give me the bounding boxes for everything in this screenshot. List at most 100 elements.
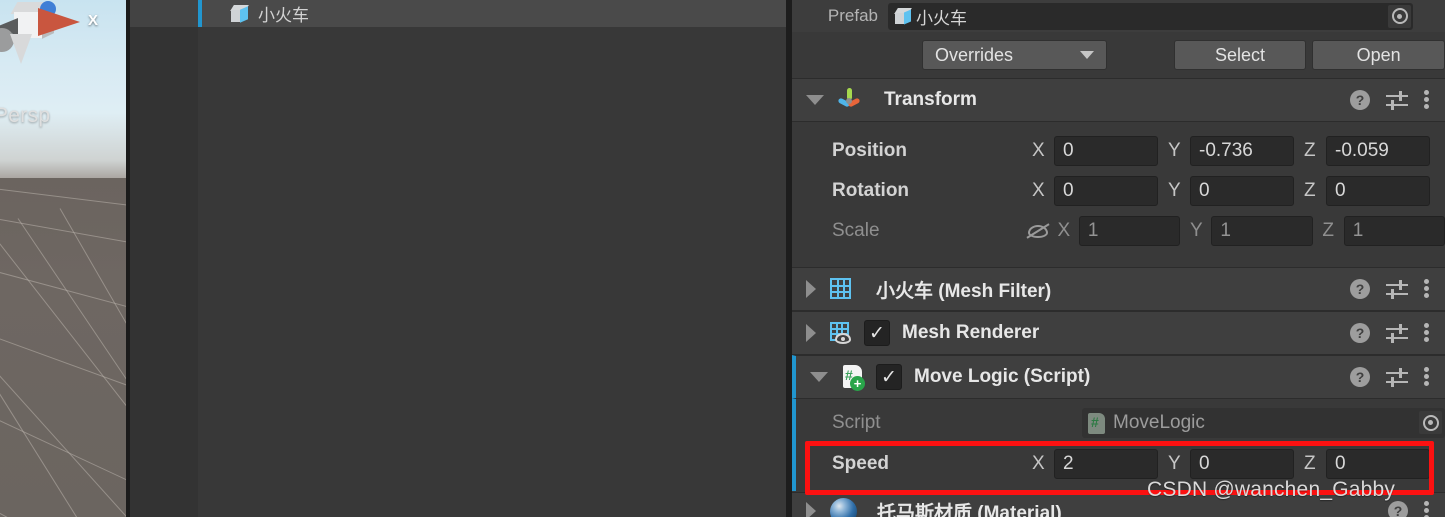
overrides-dropdown-label: Overrides (935, 44, 1014, 65)
mesh-renderer-enabled-checkbox[interactable]: ✓ (864, 320, 890, 346)
transform-rotation-row: Rotation X 0 Y 0 Z 0 (792, 171, 1445, 211)
gizmo-x-axis-cone[interactable] (38, 8, 80, 36)
script-icon: # + (840, 364, 866, 391)
speed-label: Speed (832, 453, 890, 474)
axis-label-z: Z (1304, 453, 1316, 474)
watermark-text: CSDN @wanchen_Gabby (1147, 478, 1396, 501)
component-header-mesh-renderer[interactable]: ✓ Mesh Renderer ? (792, 311, 1445, 355)
rotation-label: Rotation (832, 180, 910, 201)
script-label: Script (832, 412, 881, 433)
kebab-menu-icon[interactable] (1424, 90, 1429, 110)
transform-position-row: Position X 0 Y -0.736 Z -0.059 (792, 131, 1445, 171)
component-header-transform[interactable]: Transform ? (792, 78, 1445, 122)
help-icon[interactable]: ? (1388, 501, 1408, 517)
position-x-field[interactable]: 0 (1054, 136, 1158, 166)
hierarchy-panel[interactable]: 小火车 (130, 0, 788, 517)
kebab-menu-icon[interactable] (1424, 367, 1429, 387)
component-title: Mesh Renderer (902, 322, 1040, 343)
foldout-arrow-icon[interactable] (810, 372, 828, 382)
foldout-arrow-icon[interactable] (806, 280, 816, 298)
foldout-arrow-icon[interactable] (806, 502, 816, 517)
axis-label-x: X (1032, 180, 1045, 201)
script-object-field[interactable]: # MoveLogic (1082, 408, 1445, 438)
help-icon[interactable]: ? (1350, 323, 1370, 343)
foldout-arrow-icon[interactable] (806, 95, 824, 105)
speed-x-field[interactable]: 2 (1054, 449, 1158, 479)
prefab-object-field[interactable]: 小火车 (888, 2, 1413, 30)
preset-sliders-icon[interactable] (1386, 367, 1408, 387)
selection-indicator-bar (198, 0, 202, 27)
hierarchy-empty-area[interactable] (130, 27, 788, 517)
script-section-accent (792, 399, 796, 491)
scene-ground-grid (0, 178, 130, 517)
position-y-field[interactable]: -0.736 (1190, 136, 1294, 166)
constrain-proportions-off-icon[interactable] (1026, 220, 1051, 242)
kebab-menu-icon[interactable] (1424, 279, 1429, 299)
overrides-dropdown[interactable]: Overrides (922, 40, 1107, 70)
mesh-filter-icon (828, 276, 854, 302)
help-icon[interactable]: ? (1350, 90, 1370, 110)
object-picker-icon[interactable] (1388, 4, 1411, 28)
help-icon[interactable]: ? (1350, 367, 1370, 387)
kebab-menu-icon[interactable] (1424, 323, 1429, 343)
prefab-cube-icon (230, 4, 250, 24)
scale-y-field[interactable]: 1 (1211, 216, 1313, 246)
scene-projection-label[interactable]: Persp (0, 104, 50, 128)
rotation-z-field[interactable]: 0 (1326, 176, 1430, 206)
chevron-down-icon (1079, 51, 1094, 59)
hierarchy-item-selected[interactable]: 小火车 (130, 0, 788, 27)
component-tools: ? (1350, 323, 1429, 343)
kebab-menu-icon[interactable] (1424, 501, 1429, 517)
axis-label-y: Y (1168, 180, 1181, 201)
rotation-y-field[interactable]: 0 (1190, 176, 1294, 206)
axis-label-x: X (1032, 453, 1045, 474)
preset-sliders-icon[interactable] (1386, 279, 1408, 299)
prefab-cube-icon (894, 7, 913, 26)
scale-z-field[interactable]: 1 (1343, 216, 1445, 246)
cs-script-file-icon: # (1088, 412, 1106, 434)
scene-view[interactable]: X Persp (0, 0, 130, 517)
prefab-actions-bar: Overrides Select Open (792, 32, 1445, 78)
scale-label: Scale (832, 220, 880, 241)
inspector-panel[interactable]: Prefab 小火车 Overrides Select Open Transfo… (792, 0, 1445, 517)
axis-label-y: Y (1168, 140, 1181, 161)
speed-z-field[interactable]: 0 (1326, 449, 1430, 479)
position-z-field[interactable]: -0.059 (1326, 136, 1430, 166)
axis-label-x: X (1057, 220, 1071, 241)
hierarchy-gutter (130, 27, 198, 517)
axis-label-x: X (1032, 140, 1045, 161)
component-title: 托马斯材质 (Material) (877, 502, 1062, 517)
prefab-label: Prefab (827, 6, 878, 25)
axis-label-y: Y (1168, 453, 1181, 474)
material-sphere-icon (830, 497, 857, 517)
component-title: Move Logic (Script) (914, 366, 1091, 387)
axis-label-z: Z (1304, 180, 1316, 201)
help-icon[interactable]: ? (1350, 279, 1370, 299)
mesh-renderer-icon (828, 320, 854, 346)
component-header-move-logic[interactable]: # + ✓ Move Logic (Script) ? (792, 355, 1445, 399)
component-tools: ? (1350, 279, 1429, 299)
gizmo-y-axis-cone[interactable] (10, 34, 32, 64)
foldout-arrow-icon[interactable] (806, 324, 816, 342)
move-logic-enabled-checkbox[interactable]: ✓ (876, 364, 902, 390)
component-title: Transform (884, 89, 977, 110)
axis-label-z: Z (1304, 140, 1316, 161)
script-object-name: MoveLogic (1113, 412, 1205, 433)
axis-label-z: Z (1322, 220, 1334, 241)
speed-y-field[interactable]: 0 (1190, 449, 1294, 479)
open-button[interactable]: Open (1312, 40, 1445, 70)
transform-gizmo-icon (836, 87, 862, 113)
component-tools: ? (1350, 90, 1429, 110)
scale-x-field[interactable]: 1 (1078, 216, 1181, 246)
select-button[interactable]: Select (1173, 40, 1307, 70)
prefab-object-name: 小火车 (916, 8, 967, 28)
preset-sliders-icon[interactable] (1386, 323, 1408, 343)
gizmo-axis-label-x: X (88, 12, 99, 29)
component-header-mesh-filter[interactable]: 小火车 (Mesh Filter) ? (792, 267, 1445, 311)
hierarchy-indent (130, 0, 198, 27)
script-reference-row: Script # MoveLogic (792, 403, 1445, 443)
component-tools: ? (1350, 367, 1429, 387)
rotation-x-field[interactable]: 0 (1054, 176, 1158, 206)
preset-sliders-icon[interactable] (1386, 90, 1408, 110)
object-picker-icon[interactable] (1419, 411, 1442, 434)
